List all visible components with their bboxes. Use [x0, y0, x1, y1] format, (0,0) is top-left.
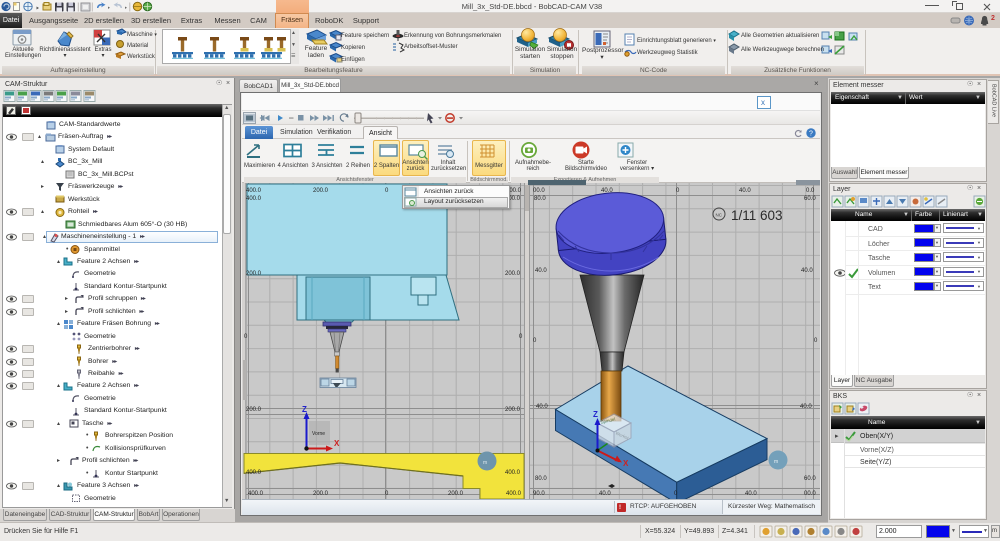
svg-text:m: m: [483, 460, 487, 466]
svg-text:Vorne: Vorne: [312, 431, 325, 437]
svg-text:?: ?: [809, 131, 813, 138]
svg-text:X: X: [334, 439, 340, 448]
svg-text:X: X: [623, 459, 629, 468]
svg-text:NC: NC: [716, 213, 723, 218]
svg-text:Z: Z: [593, 410, 598, 419]
svg-text:m: m: [774, 459, 778, 465]
svg-text:Z: Z: [302, 405, 307, 414]
svg-text:2: 2: [991, 15, 995, 22]
svg-text:1/11 603: 1/11 603: [731, 208, 783, 223]
